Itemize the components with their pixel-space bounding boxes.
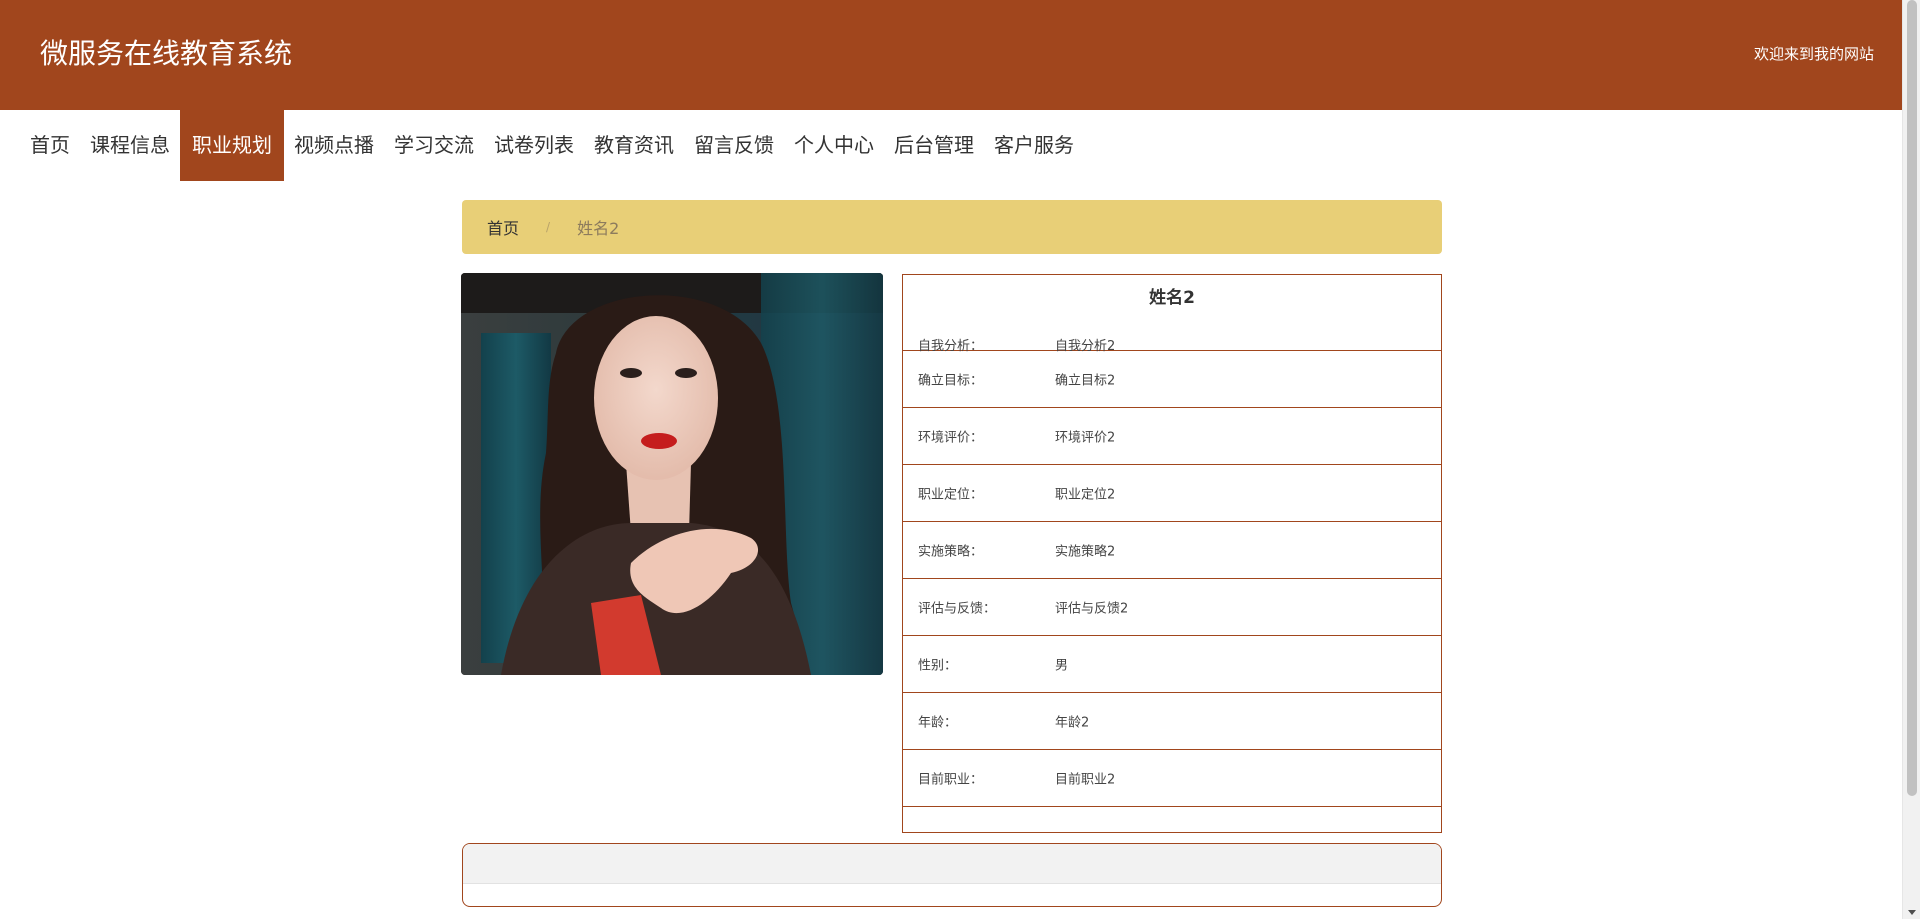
- nav-item-career-planning[interactable]: 职业规划: [180, 110, 284, 181]
- detail-panel: 姓名2 自我分析： 自我分析2 确立目标： 确立目标2 环境评价： 环境评价2 …: [902, 274, 1442, 833]
- detail-label: 确立目标：: [918, 373, 984, 389]
- detail-row-self-analysis: 自我分析： 自我分析2: [903, 323, 1441, 354]
- detail-label: 实施策略：: [918, 544, 984, 560]
- comments-panel-header: [463, 844, 1441, 884]
- chevron-down-icon[interactable]: [1908, 910, 1916, 915]
- detail-value: 男: [1055, 658, 1069, 674]
- nav-item-education-news[interactable]: 教育资讯: [584, 110, 684, 181]
- nav-item-feedback[interactable]: 留言反馈: [684, 110, 784, 181]
- detail-label: 评估与反馈：: [918, 601, 997, 617]
- scrollbar-thumb[interactable]: [1907, 0, 1917, 796]
- breadcrumb: 首页 / 姓名2: [462, 200, 1442, 254]
- breadcrumb-home-link[interactable]: 首页: [487, 215, 519, 239]
- breadcrumb-separator: /: [546, 220, 551, 234]
- vertical-scrollbar[interactable]: [1902, 0, 1920, 919]
- detail-title: 姓名2: [1149, 288, 1195, 308]
- detail-row-age: 年龄： 年龄2: [903, 693, 1441, 750]
- detail-row-strategy: 实施策略： 实施策略2: [903, 522, 1441, 579]
- nav-item-exam-list[interactable]: 试卷列表: [484, 110, 584, 181]
- detail-row-environment: 环境评价： 环境评价2: [903, 408, 1441, 465]
- detail-value: 目前职业2: [1055, 772, 1116, 788]
- welcome-text: 欢迎来到我的网站: [1753, 45, 1874, 63]
- detail-row-goal: 确立目标： 确立目标2: [903, 351, 1441, 408]
- nav-item-admin[interactable]: 后台管理: [884, 110, 984, 181]
- nav-item-home[interactable]: 首页: [20, 110, 80, 181]
- detail-row-gender: 性别： 男: [903, 636, 1441, 693]
- detail-value: 实施策略2: [1055, 544, 1116, 560]
- detail-label: 年龄：: [918, 715, 958, 731]
- detail-value: 确立目标2: [1055, 373, 1116, 389]
- breadcrumb-current: 姓名2: [577, 219, 620, 238]
- site-header: 微服务在线教育系统 欢迎来到我的网站: [0, 0, 1902, 110]
- detail-value: 环境评价2: [1055, 430, 1116, 446]
- nav-item-study-exchange[interactable]: 学习交流: [384, 110, 484, 181]
- detail-value: 评估与反馈2: [1055, 601, 1129, 617]
- detail-label: 目前职业：: [918, 772, 984, 788]
- main-nav: 首页 课程信息 职业规划 视频点播 学习交流 试卷列表 教育资讯 留言反馈 个人…: [20, 110, 1084, 181]
- detail-value: 职业定位2: [1055, 487, 1116, 503]
- portrait-photo-illustration: [461, 273, 883, 675]
- detail-row-current-job: 目前职业： 目前职业2: [903, 750, 1441, 807]
- comments-panel: [462, 843, 1442, 907]
- nav-item-customer-service[interactable]: 客户服务: [984, 110, 1084, 181]
- profile-photo: [461, 273, 883, 675]
- detail-label: 性别：: [918, 658, 958, 674]
- detail-label: 职业定位：: [918, 487, 984, 503]
- detail-row-positioning: 职业定位： 职业定位2: [903, 465, 1441, 522]
- nav-item-video-on-demand[interactable]: 视频点播: [284, 110, 384, 181]
- nav-item-courses[interactable]: 课程信息: [80, 110, 180, 181]
- nav-item-personal-center[interactable]: 个人中心: [784, 110, 884, 181]
- site-title[interactable]: 微服务在线教育系统: [40, 34, 292, 74]
- detail-label: 环境评价：: [918, 430, 984, 446]
- detail-value: 年龄2: [1055, 715, 1090, 731]
- page: 微服务在线教育系统 欢迎来到我的网站 首页 课程信息 职业规划 视频点播 学习交…: [0, 0, 1920, 919]
- detail-row-evaluation: 评估与反馈： 评估与反馈2: [903, 579, 1441, 636]
